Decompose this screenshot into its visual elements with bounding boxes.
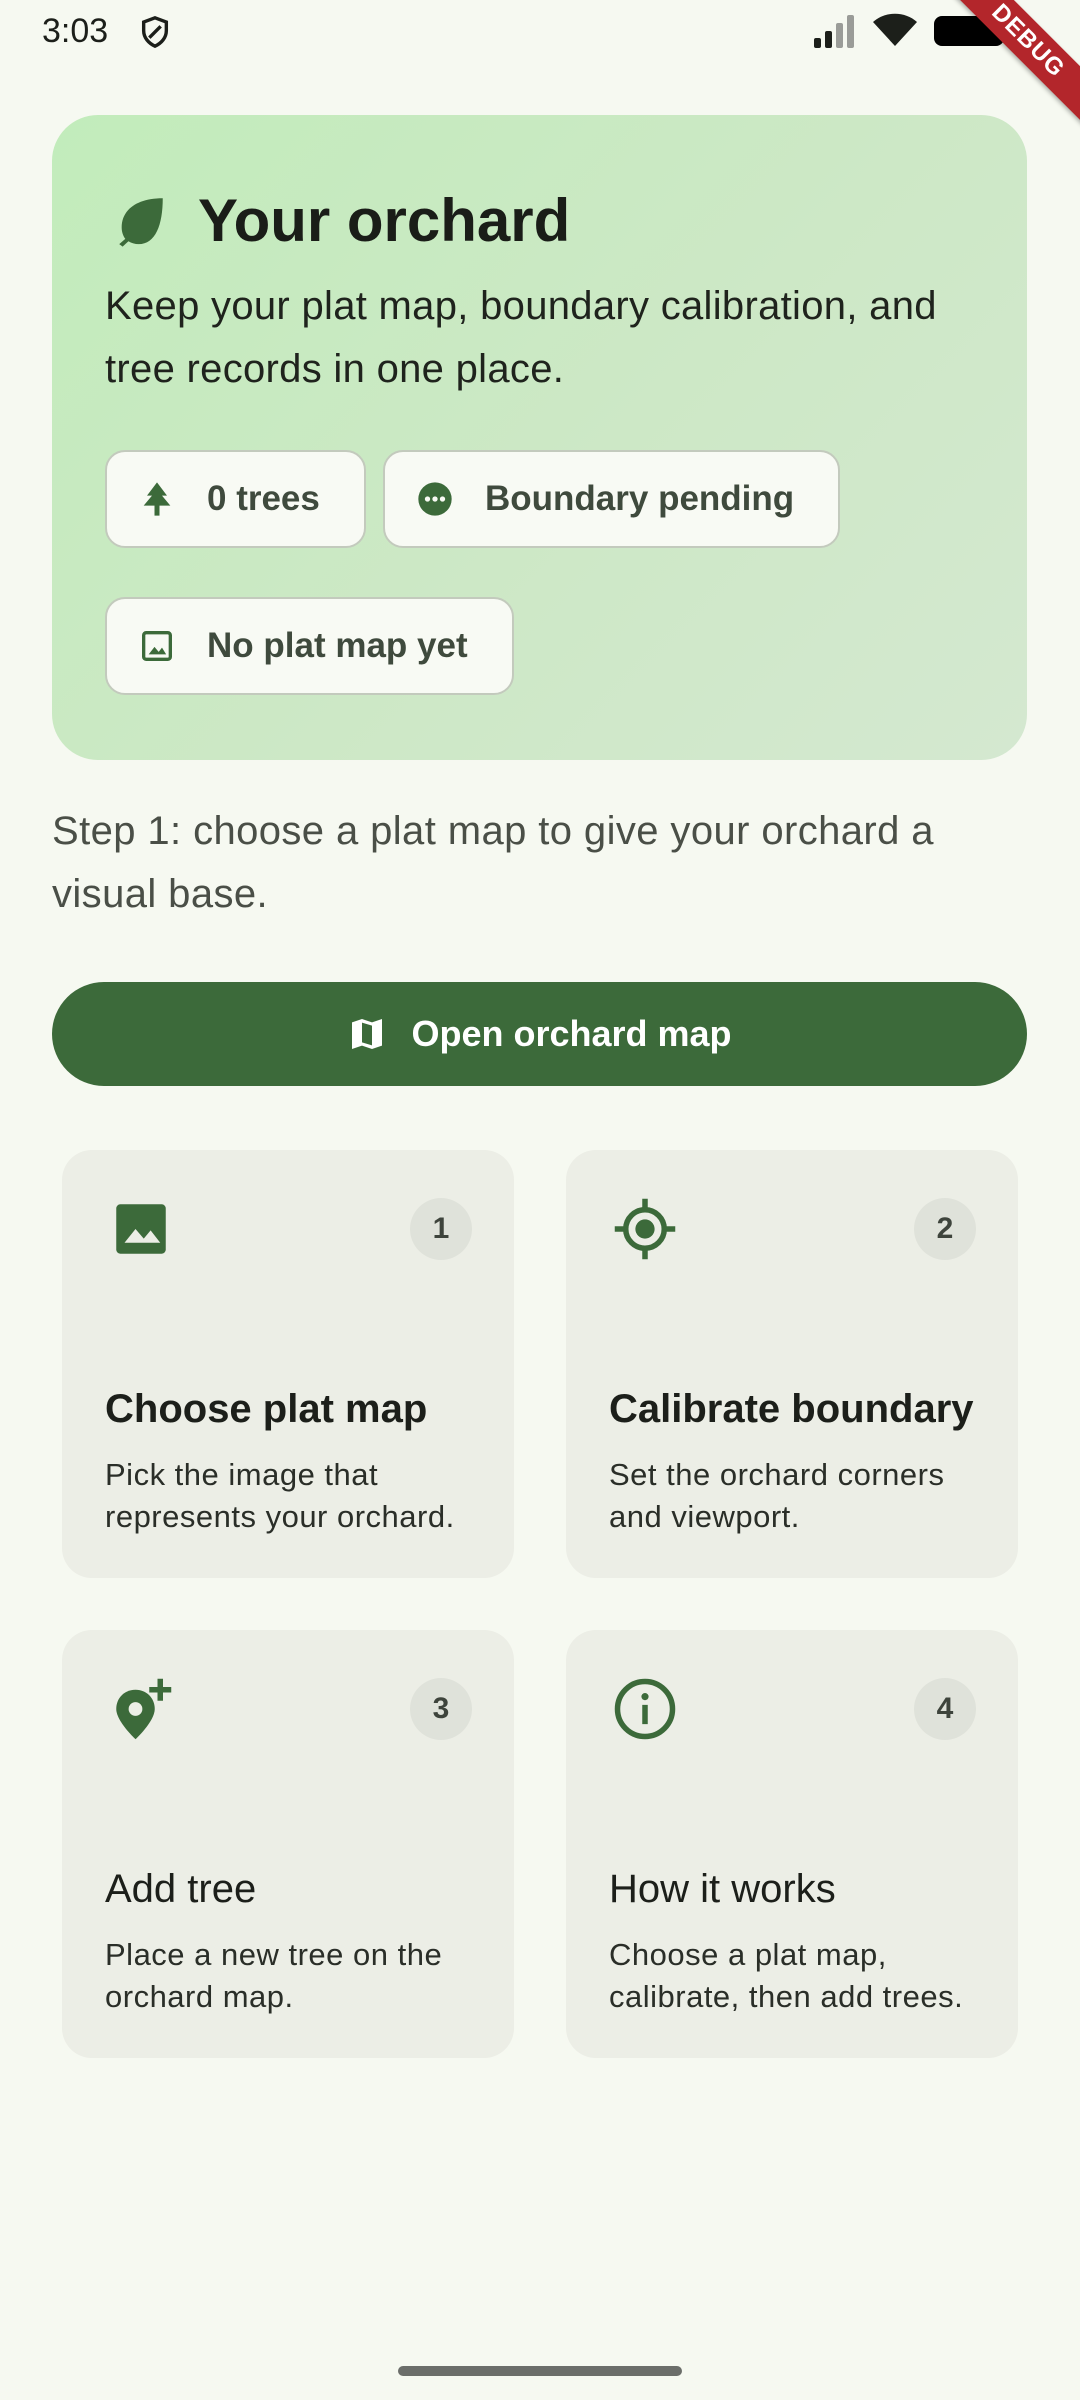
image-outline-icon — [142, 631, 172, 661]
plat-map-status-chip: No plat map yet — [105, 597, 514, 695]
boundary-status-chip: Boundary pending — [383, 450, 841, 548]
card-description: Pick the image that represents your orch… — [105, 1457, 455, 1534]
how-it-works-card[interactable]: 4 How it works Choose a plat map, calibr… — [566, 1630, 1018, 2058]
add-location-icon — [116, 1678, 172, 1740]
step-number-badge: 2 — [914, 1198, 976, 1260]
tree-icon — [143, 482, 171, 516]
leaf-icon — [119, 198, 163, 247]
step-number-badge: 3 — [410, 1678, 472, 1740]
status-bar: 3:03 DEBUG — [0, 0, 1080, 133]
open-orchard-map-label: Open orchard map — [411, 1013, 732, 1054]
card-description: Choose a plat map, calibrate, then add t… — [609, 1937, 964, 2014]
add-tree-card[interactable]: 3 Add tree Place a new tree on the orcha… — [62, 1630, 514, 2058]
open-orchard-map-button[interactable]: Open orchard map — [52, 982, 1027, 1086]
calibrate-boundary-card[interactable]: 2 Calibrate boundary Set the orchard cor… — [566, 1150, 1018, 1578]
info-icon — [614, 1678, 676, 1740]
step-number-badge: 4 — [914, 1678, 976, 1740]
card-title: Add tree — [105, 1867, 257, 1911]
gps-target-icon — [614, 1198, 676, 1260]
wifi-icon — [873, 13, 917, 46]
card-title: Choose plat map — [105, 1387, 428, 1431]
home-indicator[interactable] — [398, 2366, 682, 2376]
hero-title-row: Your orchard — [112, 175, 570, 265]
pending-icon — [418, 482, 452, 516]
tree-count-label: 0 trees — [207, 479, 320, 518]
hero-description: Keep your plat map, boundary calibration… — [105, 284, 937, 391]
step-number-badge: 1 — [410, 1198, 472, 1260]
image-icon — [116, 1204, 166, 1254]
boundary-status-label: Boundary pending — [485, 479, 795, 518]
card-title: Calibrate boundary — [609, 1387, 974, 1431]
shield-icon — [141, 16, 169, 49]
choose-plat-map-card[interactable]: 1 Choose plat map Pick the image that re… — [62, 1150, 514, 1578]
page-title: Your orchard — [198, 186, 571, 254]
plat-map-status-label: No plat map yet — [207, 626, 468, 665]
card-text: Add tree Place a new tree on the orchard… — [105, 1867, 484, 2018]
card-description: Set the orchard corners and viewport. — [609, 1457, 945, 1534]
orchard-summary-card: Your orchard Keep your plat map, boundar… — [52, 115, 1027, 760]
card-description: Place a new tree on the orchard map. — [105, 1937, 443, 2014]
card-text: How it works Choose a plat map, calibrat… — [609, 1867, 988, 2018]
status-time: 3:03 — [42, 12, 109, 50]
step-instruction: Step 1: choose a plat map to give your o… — [52, 809, 934, 916]
card-text: Calibrate boundary Set the orchard corne… — [609, 1387, 988, 1538]
card-text: Choose plat map Pick the image that repr… — [105, 1387, 484, 1538]
tree-count-chip: 0 trees — [105, 450, 366, 548]
map-icon — [352, 1019, 383, 1049]
card-title: How it works — [609, 1867, 836, 1911]
cell-signal-icon — [814, 15, 854, 48]
